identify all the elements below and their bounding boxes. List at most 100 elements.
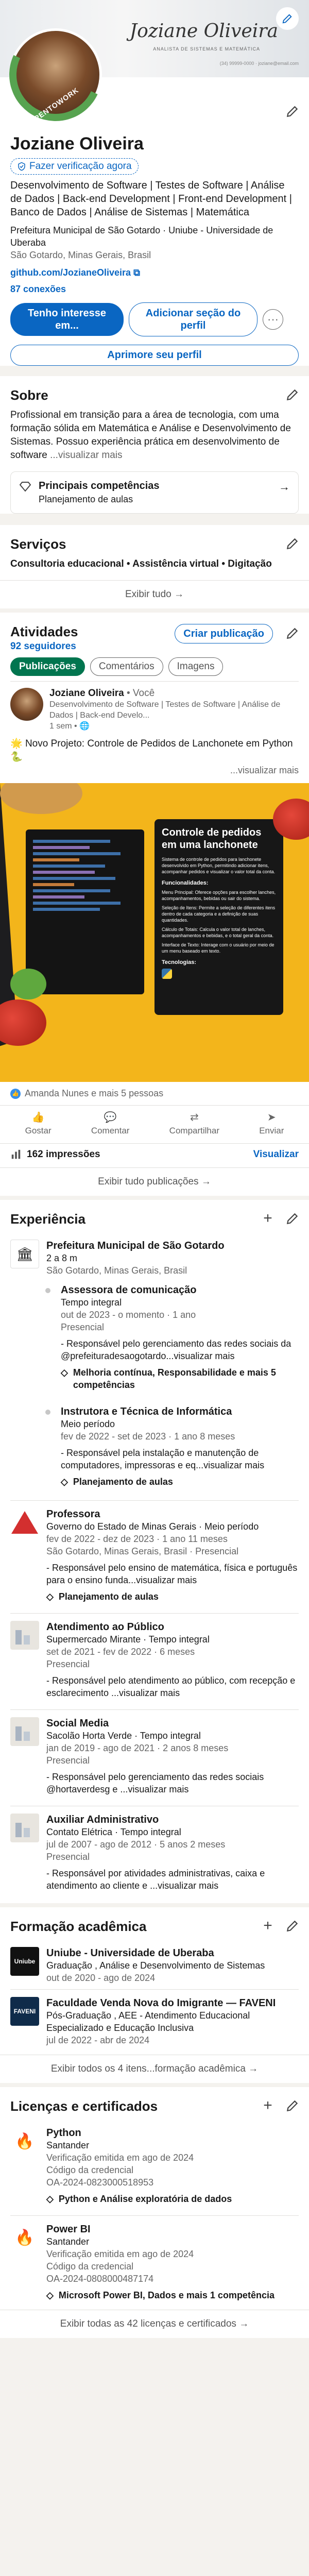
connections-link[interactable]: 87 conexões bbox=[0, 283, 309, 295]
experience-title: Social Media bbox=[46, 1718, 109, 1729]
building-icon bbox=[24, 1828, 30, 1837]
share-button[interactable]: ⇄ Compartilhar bbox=[169, 1111, 219, 1136]
role-title: Instrutora e Técnica de Informática bbox=[61, 1406, 232, 1417]
send-button[interactable]: ➤ Enviar bbox=[259, 1111, 284, 1136]
experience-item[interactable]: Professora Governo do Estado de Minas Ge… bbox=[0, 1501, 309, 1608]
licenses-show-all[interactable]: Exibir todas as 42 licenças e certificad… bbox=[0, 2310, 309, 2338]
experience-item[interactable]: Auxiliar Administrativo Contato Elétrica… bbox=[0, 1806, 309, 1903]
edit-profile-button[interactable] bbox=[284, 103, 301, 120]
image-func-1: Menu Principal: Oferece opções para esco… bbox=[162, 890, 276, 901]
diamond-icon: ◇ bbox=[46, 2290, 54, 2300]
tab-comments[interactable]: Comentários bbox=[90, 657, 163, 676]
experience-group[interactable]: 🏛 Prefeitura Municipal de São Gotardo 2 … bbox=[0, 1232, 309, 1493]
license-item[interactable]: 🔥 Python Santander Verificação emitida e… bbox=[0, 2120, 309, 2210]
license-credential-code: OA-2024-0823000518953 bbox=[46, 2177, 154, 2188]
license-item[interactable]: 🔥 Power BI Santander Verificação emitida… bbox=[0, 2216, 309, 2310]
more-button[interactable]: ··· bbox=[263, 309, 283, 330]
add-license-button[interactable]: + bbox=[260, 2097, 276, 2114]
verify-now-button[interactable]: Fazer verificação agora bbox=[10, 158, 139, 175]
post-author-degree: • Você bbox=[126, 688, 155, 699]
edit-about-button[interactable] bbox=[284, 386, 301, 403]
experience-skills[interactable]: ◇ Planejamento de aulas bbox=[46, 1590, 299, 1603]
company-logo-placeholder bbox=[10, 1621, 39, 1650]
post-text: Novo Projeto: Controle de Pedidos de Lan… bbox=[25, 738, 293, 749]
role-skills[interactable]: ◇ Melhoria contínua, Responsabilidade e … bbox=[61, 1366, 299, 1391]
reactions-row[interactable]: 👍 Amanda Nunes e mais 5 pessoas bbox=[0, 1082, 309, 1105]
open-to-button[interactable]: Tenho interesse em... bbox=[10, 303, 124, 336]
education-dates: jul de 2022 - abr de 2024 bbox=[46, 2035, 150, 2045]
improve-profile-button[interactable]: Aprimore seu perfil bbox=[10, 345, 299, 366]
role-skills[interactable]: ◇ Planejamento de aulas bbox=[61, 1476, 299, 1488]
experience-title: Atendimento ao Público bbox=[46, 1621, 164, 1633]
experience-title: Professora bbox=[46, 1509, 100, 1520]
repost-icon: ⇄ bbox=[190, 1112, 199, 1123]
activity-show-all[interactable]: Exibir tudo publicações → bbox=[0, 1167, 309, 1196]
pencil-icon bbox=[286, 389, 298, 401]
comment-label: Comentar bbox=[91, 1126, 130, 1136]
comment-button[interactable]: 💬 Comentar bbox=[91, 1111, 130, 1136]
edit-education-button[interactable] bbox=[284, 1918, 301, 1934]
experience-item[interactable]: Social Media Sacolão Horta Verde · Tempo… bbox=[0, 1710, 309, 1801]
code-window bbox=[26, 829, 144, 994]
profile-location: São Gotardo, Minas Gerais, Brasil bbox=[10, 250, 151, 260]
building-icon bbox=[15, 1726, 22, 1741]
post-body: 🌟 Novo Projeto: Controle de Pedidos de L… bbox=[0, 734, 309, 764]
create-post-button[interactable]: Criar publicação bbox=[175, 624, 273, 643]
post-avatar[interactable] bbox=[10, 688, 43, 721]
pencil-icon bbox=[282, 14, 292, 24]
edit-experience-button[interactable] bbox=[284, 1210, 301, 1227]
experience-org: Sacolão Horta Verde · Tempo integral bbox=[46, 1731, 201, 1741]
code-line bbox=[33, 865, 105, 868]
github-link-text: github.com/JozianeOliveira bbox=[10, 267, 131, 278]
image-func-3: Cálculo de Totais: Calcula o valor total… bbox=[162, 927, 274, 938]
role-item[interactable]: Instrutora e Técnica de Informática Meio… bbox=[45, 1405, 299, 1488]
send-label: Enviar bbox=[259, 1126, 284, 1136]
top-skills-box[interactable]: Principais competências Planejamento de … bbox=[10, 471, 299, 514]
role-description: - Responsável pelo gerenciamento das red… bbox=[61, 1338, 291, 1361]
licenses-section: Licenças e certificados + 🔥 Python Santa… bbox=[0, 2087, 309, 2338]
license-skills[interactable]: ◇ Python e Análise exploratória de dados bbox=[46, 2193, 299, 2205]
edit-cover-button[interactable] bbox=[276, 7, 299, 30]
education-item[interactable]: FAVENI Faculdade Venda Nova do Imigrante… bbox=[0, 1990, 309, 2055]
company-logo-placeholder bbox=[10, 1717, 39, 1746]
image-func-title: Funcionalidades: bbox=[162, 880, 209, 886]
pencil-icon bbox=[286, 1213, 298, 1225]
post-see-more[interactable]: ...visualizar mais bbox=[0, 764, 309, 776]
services-show-all[interactable]: Exibir tudo → bbox=[0, 580, 309, 608]
post-image[interactable]: Controle de pedidos em uma lanchonete Si… bbox=[0, 783, 309, 1082]
role-item[interactable]: Assessora de comunicação Tempo integral … bbox=[45, 1284, 299, 1391]
tab-posts[interactable]: Publicações bbox=[10, 657, 85, 676]
tab-images[interactable]: Imagens bbox=[168, 657, 224, 676]
post-time-text: 1 sem • bbox=[49, 722, 77, 731]
triangle-logo-icon bbox=[11, 1511, 38, 1534]
edit-activity-button[interactable] bbox=[284, 625, 301, 641]
code-line bbox=[33, 895, 84, 899]
edit-licenses-button[interactable] bbox=[284, 2097, 301, 2114]
like-button[interactable]: 👍 Gostar bbox=[25, 1111, 52, 1136]
add-experience-button[interactable]: + bbox=[260, 1210, 276, 1227]
experience-item[interactable]: Atendimento ao Público Supermercado Mira… bbox=[0, 1614, 309, 1704]
edit-services-button[interactable] bbox=[284, 535, 301, 552]
timeline-dot bbox=[45, 1288, 50, 1293]
image-func-4: Interface de Texto: Interage com o usuár… bbox=[162, 942, 274, 954]
about-section: Sobre Profissional em transição para a á… bbox=[0, 376, 309, 514]
license-credential-label: Código da credencial bbox=[46, 2261, 134, 2272]
github-link[interactable]: github.com/JozianeOliveira ⧉ bbox=[0, 266, 309, 279]
license-skills[interactable]: ◇ Microsoft Power BI, Dados e mais 1 com… bbox=[46, 2289, 299, 2301]
education-show-all[interactable]: Exibir todos os 4 itens...formação acadê… bbox=[0, 2055, 309, 2083]
timeline-dot bbox=[45, 1410, 50, 1415]
image-tech-title: Tecnologias: bbox=[162, 959, 197, 965]
education-degree: Graduação , Análise e Desenvolvimento de… bbox=[46, 1960, 265, 1971]
experience-skills-text: Planejamento de aulas bbox=[58, 1591, 159, 1602]
view-analytics-link[interactable]: Visualizar bbox=[253, 1149, 299, 1160]
share-label: Compartilhar bbox=[169, 1126, 219, 1136]
python-logo-icon bbox=[162, 969, 172, 979]
education-item[interactable]: Uniube Uniube - Universidade de Uberaba … bbox=[0, 1940, 309, 1989]
add-education-button[interactable]: + bbox=[260, 1917, 276, 1934]
add-section-button[interactable]: Adicionar seção do perfil bbox=[129, 302, 258, 336]
about-see-more[interactable]: ...visualizar mais bbox=[50, 450, 122, 461]
experience-duration: 2 a 8 m bbox=[46, 1253, 78, 1263]
experience-description: - Responsável pelo atendimento ao públic… bbox=[46, 1675, 296, 1698]
post-author[interactable]: Joziane Oliveira bbox=[49, 688, 124, 699]
experience-location: São Gotardo, Minas Gerais, Brasil · Pres… bbox=[46, 1546, 239, 1556]
